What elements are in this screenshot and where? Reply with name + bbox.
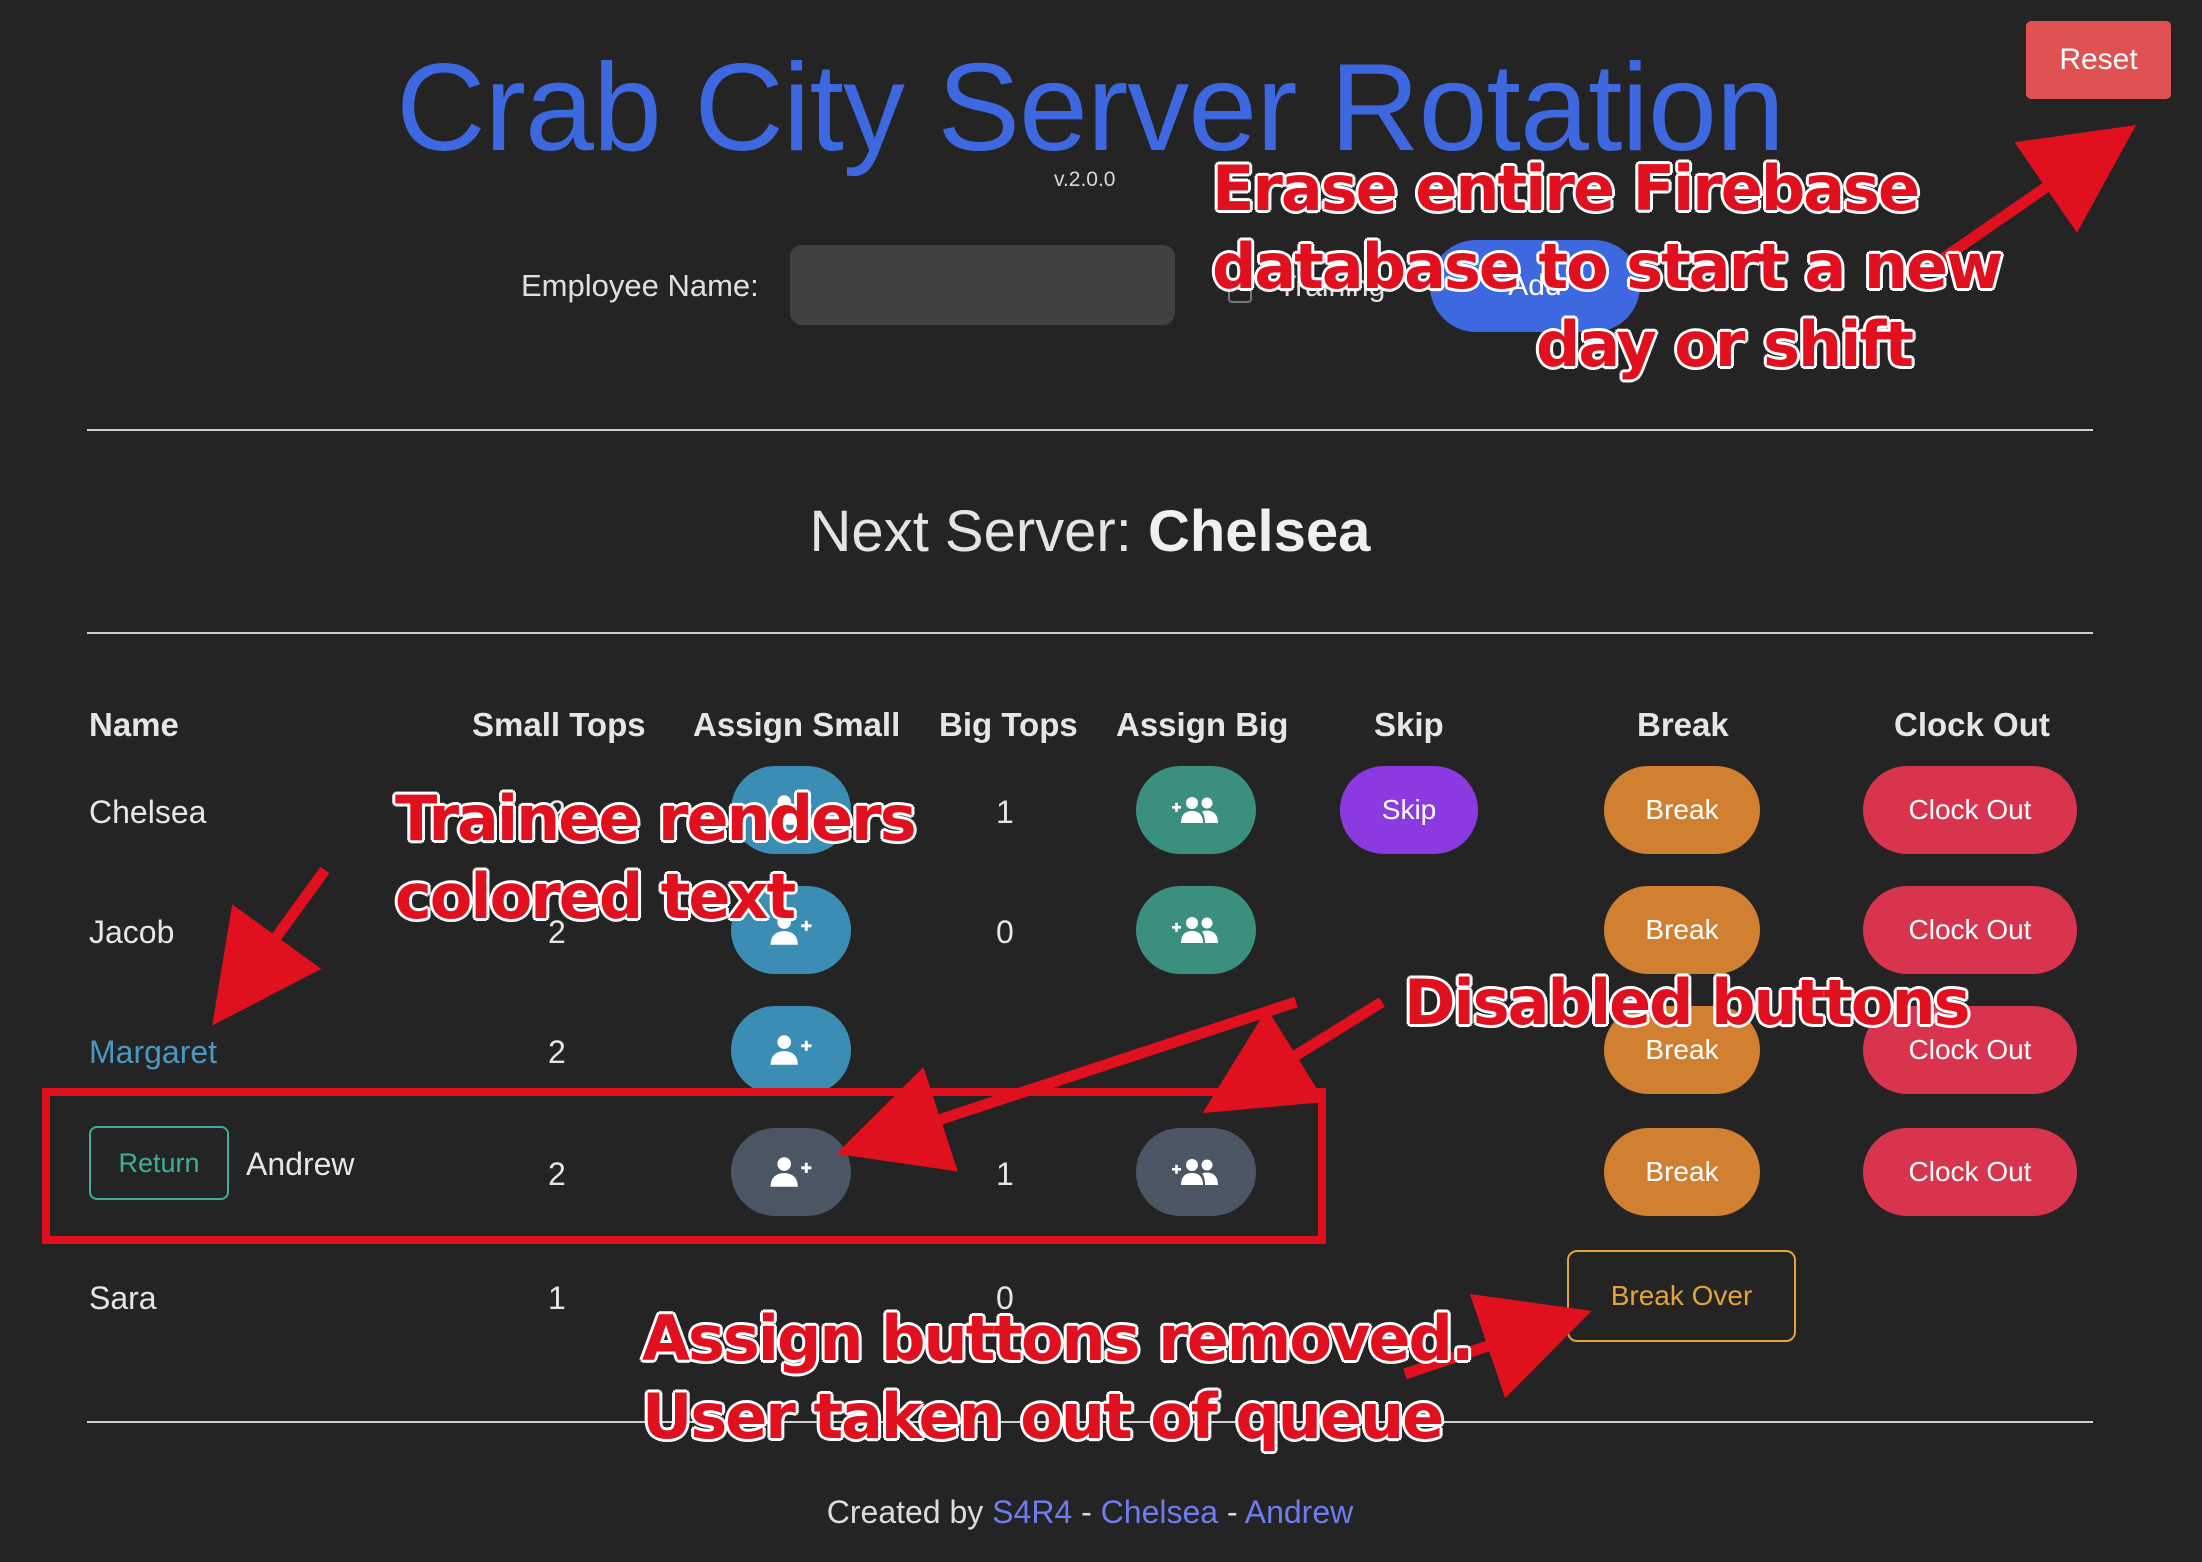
annotation-line: Trainee renders: [395, 782, 917, 855]
arrow-to-disabled-small: [836, 996, 1298, 1172]
annotation-line: User taken out of queue: [642, 1380, 1444, 1453]
annotation-line: colored text: [395, 860, 796, 933]
annotation-line: day or shift: [1536, 308, 1914, 381]
annotation-line: Erase entire Firebase: [1212, 152, 1920, 225]
annotation-line: database to start a new: [1212, 230, 2003, 303]
disabled-annotation: Disabled buttons: [1404, 966, 1971, 1039]
annotation-line: Assign buttons removed.: [642, 1302, 1474, 1375]
reset-annotation: Erase entire Firebase database to start …: [1212, 150, 2003, 384]
trainee-annotation: Trainee renders colored text: [395, 780, 917, 936]
arrow-to-trainee: [212, 866, 330, 1026]
removed-annotation: Assign buttons removed. User taken out o…: [642, 1300, 1474, 1456]
